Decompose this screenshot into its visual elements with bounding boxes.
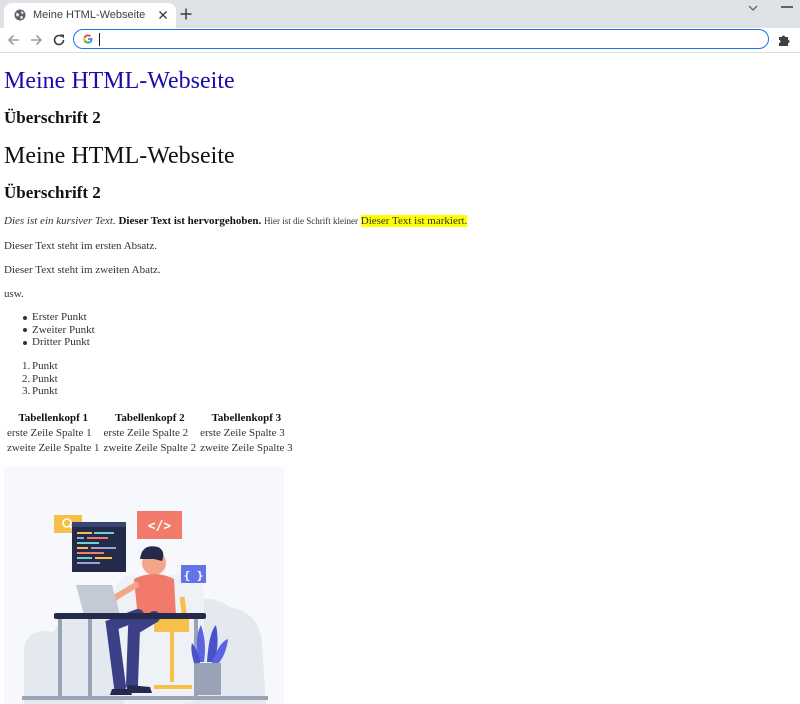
paragraph-2: Dieser Text steht im zweiten Abatz. (4, 264, 161, 276)
close-tab-icon[interactable] (156, 8, 170, 22)
globe-icon (14, 9, 26, 21)
table-cell: zweite Zeile Spalte 2 (103, 441, 197, 454)
braces-tag-label: { } (184, 569, 204, 582)
subheading-2: Überschrift 2 (4, 183, 101, 202)
table-cell: erste Zeile Spalte 1 (7, 426, 92, 439)
table-header: Tabellenkopf 1 (18, 411, 89, 424)
table-cell: zweite Zeile Spalte 1 (7, 441, 100, 454)
text-caret (99, 33, 100, 46)
developer-illustration: </> { } (4, 467, 284, 704)
table-header: Tabellenkopf 3 (211, 411, 282, 424)
formatting-paragraph: Dies ist ein kursiver Text. Dieser Text … (4, 215, 468, 227)
list-item: Erster Punkt (23, 311, 95, 324)
list-item: Dritter Punkt (23, 336, 95, 349)
code-tag-label: </> (148, 519, 172, 534)
table-row: zweite Zeile Spalte 1 zweite Zeile Spalt… (6, 441, 294, 454)
browser-tab[interactable]: Meine HTML-Webseite (4, 3, 176, 28)
list-item-text: Punkt (32, 385, 58, 398)
bold-text: Dieser Text ist hervorgehoben. (118, 215, 262, 227)
subheading-1: Überschrift 2 (4, 108, 101, 127)
forward-arrow-icon[interactable] (27, 31, 45, 49)
small-text: Hier ist die Schrift kleiner (264, 216, 358, 226)
reload-icon[interactable] (50, 31, 68, 49)
unordered-list: Erster Punkt Zweiter Punkt Dritter Punkt (23, 311, 95, 349)
paragraph-3: usw. (4, 288, 24, 300)
link-heading[interactable]: Meine HTML-Webseite (4, 68, 235, 95)
table-row: erste Zeile Spalte 1 erste Zeile Spalte … (6, 426, 294, 439)
list-number: 1. (22, 360, 31, 372)
address-bar[interactable] (73, 29, 769, 49)
table-header: Tabellenkopf 2 (115, 411, 185, 424)
new-tab-icon[interactable] (178, 6, 194, 22)
google-icon (83, 34, 93, 44)
browser-toolbar (0, 28, 800, 53)
data-table: Tabellenkopf 1 Tabellenkopf 2 Tabellenko… (4, 409, 296, 456)
ordered-list: 1. Punkt 2. Punkt 3. Punkt (22, 360, 58, 398)
developer-at-desk-image: </> { } (22, 511, 268, 704)
marked-text: Dieser Text ist markiert. (360, 215, 468, 227)
italic-text: Dies ist ein kursiver Text. (4, 215, 116, 227)
list-number: 3. (22, 385, 31, 398)
back-arrow-icon[interactable] (5, 31, 23, 49)
ordered-list-item: 3. Punkt (22, 385, 58, 398)
list-number: 2. (22, 372, 31, 385)
page-heading: Meine HTML-Webseite (4, 143, 235, 169)
list-item-text: Punkt (32, 372, 58, 385)
chevron-down-icon[interactable] (747, 3, 759, 13)
ordered-list-item: 1. Punkt (22, 360, 58, 373)
list-item-text: Punkt (32, 360, 58, 372)
minimize-window-icon[interactable] (781, 6, 793, 8)
table-cell: erste Zeile Spalte 2 (103, 426, 189, 439)
paragraph-1: Dieser Text steht im ersten Absatz. (4, 240, 157, 252)
list-item: Zweiter Punkt (23, 323, 95, 336)
table-cell: zweite Zeile Spalte 3 (200, 441, 293, 454)
tab-strip: Meine HTML-Webseite (0, 0, 800, 28)
tab-title: Meine HTML-Webseite (33, 9, 146, 21)
ordered-list-item: 2. Punkt (22, 373, 58, 386)
puzzle-extension-icon[interactable] (776, 32, 792, 48)
table-header-row: Tabellenkopf 1 Tabellenkopf 2 Tabellenko… (6, 411, 294, 424)
table-cell: erste Zeile Spalte 3 (200, 426, 285, 439)
